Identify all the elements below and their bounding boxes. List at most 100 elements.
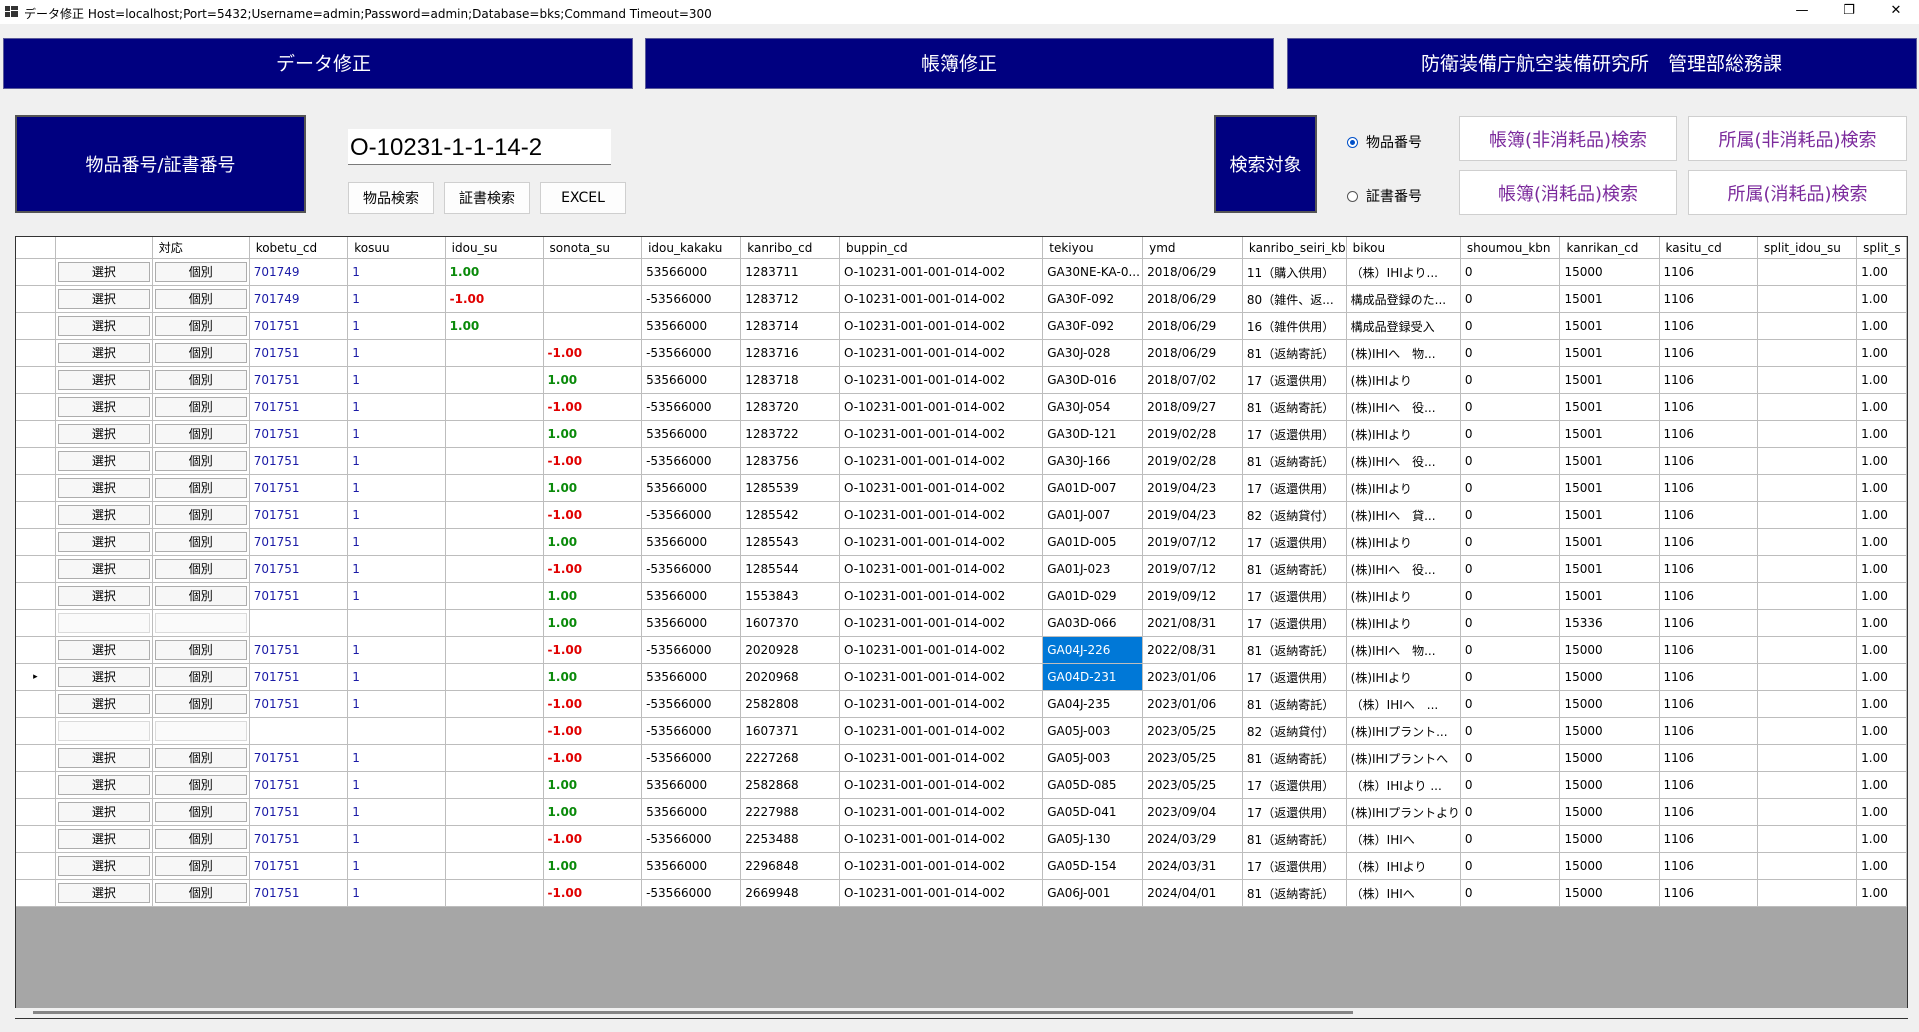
idou-su-cell[interactable]: 1.00: [445, 258, 544, 286]
bikou-cell[interactable]: (株)IHIより: [1346, 420, 1461, 448]
buppin-cd-cell[interactable]: O-10231-001-001-014-002: [839, 555, 1044, 583]
kasitu-cd-cell[interactable]: 1106: [1659, 393, 1758, 421]
kanrikan-cd-cell[interactable]: 15001: [1559, 420, 1660, 448]
kobetu-cd-cell[interactable]: 701751: [249, 663, 349, 691]
column-header[interactable]: split_idou_su: [1757, 237, 1858, 259]
kasitu-cd-cell[interactable]: 1106: [1659, 258, 1758, 286]
kanribo-cd-cell[interactable]: 1283714: [740, 312, 840, 340]
column-header[interactable]: kasitu_cd: [1659, 237, 1758, 259]
bikou-cell[interactable]: (株)IHIへ 物...: [1346, 339, 1461, 367]
individual-button[interactable]: 個別: [154, 883, 247, 903]
tekiyou-cell[interactable]: GA30J-028: [1042, 339, 1144, 367]
idou-su-cell[interactable]: [445, 852, 544, 880]
tekiyou-cell[interactable]: GA05J-003: [1042, 717, 1144, 745]
kosuu-cell[interactable]: 1: [347, 582, 446, 610]
row-header[interactable]: [16, 582, 56, 610]
split-idou-su-cell[interactable]: [1757, 636, 1858, 664]
kasitu-cd-cell[interactable]: 1106: [1659, 528, 1758, 556]
table-row[interactable]: 選択 個別 701751 1 -1.00 -53566000 2227268 O-10231-…: [16, 744, 1907, 772]
table-row[interactable]: 選択 個別 701751 1 1.00 53566000 1283718 O-10231-00…: [16, 366, 1907, 394]
sonota-su-cell[interactable]: 1.00: [543, 771, 643, 799]
buppin-cd-cell[interactable]: O-10231-001-001-014-002: [839, 663, 1044, 691]
tekiyou-cell[interactable]: GA03D-066: [1042, 609, 1144, 637]
kanribo-cd-cell[interactable]: 1553843: [740, 582, 840, 610]
select-button[interactable]: 選択: [57, 802, 150, 822]
ymd-cell[interactable]: 2018/06/29: [1142, 339, 1243, 367]
split-idou-su-cell[interactable]: [1757, 258, 1858, 286]
row-header[interactable]: [16, 447, 56, 475]
item-search-button[interactable]: 物品検索: [348, 182, 434, 214]
individual-button[interactable]: [154, 721, 247, 741]
idou-su-cell[interactable]: [445, 474, 544, 502]
idou-su-cell[interactable]: [445, 717, 544, 745]
individual-button[interactable]: 個別: [154, 343, 247, 363]
shoumou-kbn-cell[interactable]: 0: [1460, 555, 1561, 583]
kanribo-seiri-cell[interactable]: 82（返納貸付）: [1242, 717, 1347, 745]
select-button[interactable]: 選択: [57, 775, 150, 795]
individual-button[interactable]: 個別: [154, 748, 247, 768]
split-cell[interactable]: 1.00: [1856, 339, 1907, 367]
split-cell[interactable]: 1.00: [1856, 447, 1907, 475]
row-header[interactable]: [16, 555, 56, 583]
split-idou-su-cell[interactable]: [1757, 690, 1858, 718]
kosuu-cell[interactable]: 1: [347, 744, 446, 772]
row-header[interactable]: [16, 879, 56, 907]
kanrikan-cd-cell[interactable]: 15001: [1559, 555, 1660, 583]
idou-su-cell[interactable]: [445, 339, 544, 367]
kasitu-cd-cell[interactable]: 1106: [1659, 744, 1758, 772]
buppin-cd-cell[interactable]: O-10231-001-001-014-002: [839, 393, 1044, 421]
shoumou-kbn-cell[interactable]: 0: [1460, 447, 1561, 475]
split-cell[interactable]: 1.00: [1856, 420, 1907, 448]
kanribo-seiri-cell[interactable]: 17（返還供用）: [1242, 420, 1347, 448]
split-cell[interactable]: 1.00: [1856, 582, 1907, 610]
item-number-input[interactable]: [348, 129, 611, 165]
sonota-su-cell[interactable]: -1.00: [543, 339, 643, 367]
buppin-cd-cell[interactable]: O-10231-001-001-014-002: [839, 420, 1044, 448]
kobetu-cd-cell[interactable]: 701751: [249, 852, 349, 880]
kasitu-cd-cell[interactable]: 1106: [1659, 420, 1758, 448]
shoumou-kbn-cell[interactable]: 0: [1460, 366, 1561, 394]
kosuu-cell[interactable]: 1: [347, 312, 446, 340]
kanrikan-cd-cell[interactable]: 15000: [1559, 798, 1660, 826]
kobetu-cd-cell[interactable]: 701751: [249, 420, 349, 448]
split-idou-su-cell[interactable]: [1757, 771, 1858, 799]
idou-su-cell[interactable]: [445, 744, 544, 772]
buppin-cd-cell[interactable]: O-10231-001-001-014-002: [839, 447, 1044, 475]
column-header[interactable]: bikou: [1346, 237, 1461, 259]
kosuu-cell[interactable]: 1: [347, 393, 446, 421]
shoumou-kbn-cell[interactable]: 0: [1460, 312, 1561, 340]
idou-su-cell[interactable]: [445, 555, 544, 583]
kanrikan-cd-cell[interactable]: 15001: [1559, 528, 1660, 556]
table-row[interactable]: -1.00 -53566000 1607371 O-10231-001-001-014…: [16, 717, 1907, 745]
idou-su-cell[interactable]: [445, 501, 544, 529]
column-header[interactable]: idou_su: [445, 237, 544, 259]
column-header[interactable]: tekiyou: [1042, 237, 1144, 259]
kosuu-cell[interactable]: 1: [347, 798, 446, 826]
kanrikan-cd-cell[interactable]: 15336: [1559, 609, 1660, 637]
idou-su-cell[interactable]: 1.00: [445, 312, 544, 340]
select-button[interactable]: 選択: [57, 667, 150, 687]
ymd-cell[interactable]: 2021/08/31: [1142, 609, 1243, 637]
kanrikan-cd-cell[interactable]: 15001: [1559, 501, 1660, 529]
select-button[interactable]: 選択: [57, 829, 150, 849]
bikou-cell[interactable]: (株)IHIより: [1346, 528, 1461, 556]
buppin-cd-cell[interactable]: O-10231-001-001-014-002: [839, 474, 1044, 502]
column-header[interactable]: kanrikan_cd: [1559, 237, 1660, 259]
bikou-cell[interactable]: (株)IHIプラント...: [1346, 717, 1461, 745]
shoumou-kbn-cell[interactable]: 0: [1460, 825, 1561, 853]
bikou-cell[interactable]: （株）IHIより...: [1346, 258, 1461, 286]
idou-su-cell[interactable]: [445, 582, 544, 610]
column-header[interactable]: idou_kakaku: [641, 237, 742, 259]
table-row[interactable]: 選択 個別 701751 1 1.00 53566000 1285543 O-10231-00…: [16, 528, 1907, 556]
split-idou-su-cell[interactable]: [1757, 312, 1858, 340]
kanribo-cd-cell[interactable]: 2669948: [740, 879, 840, 907]
idou-su-cell[interactable]: [445, 528, 544, 556]
split-cell[interactable]: 1.00: [1856, 663, 1907, 691]
idou-kakaku-cell[interactable]: 53566000: [641, 528, 742, 556]
idou-kakaku-cell[interactable]: -53566000: [641, 636, 742, 664]
select-button[interactable]: 選択: [57, 532, 150, 552]
idou-kakaku-cell[interactable]: -53566000: [641, 501, 742, 529]
row-header[interactable]: [16, 366, 56, 394]
column-header[interactable]: kobetu_cd: [249, 237, 349, 259]
individual-button[interactable]: [154, 613, 247, 633]
